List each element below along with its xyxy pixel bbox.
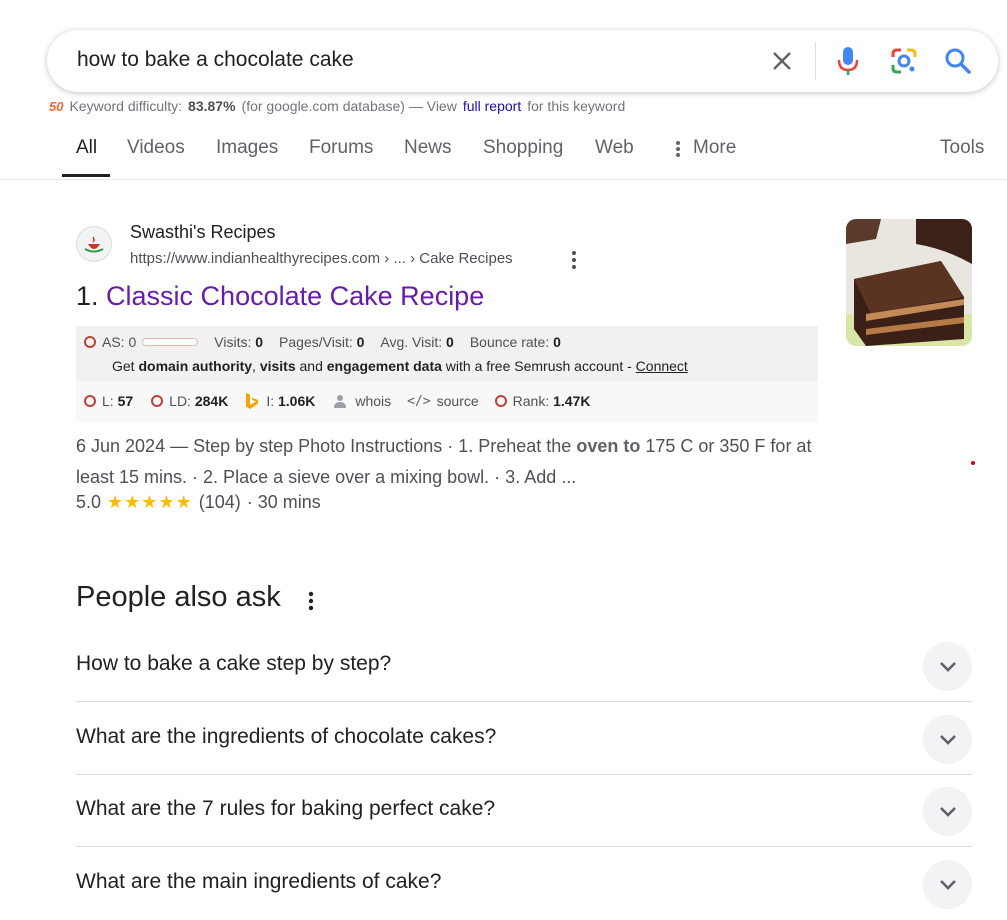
promo-bold: visits xyxy=(259,358,296,374)
more-dots-icon[interactable] xyxy=(673,139,683,164)
l-label: L: xyxy=(102,393,114,409)
whois-user-icon xyxy=(334,395,347,408)
semrush-logo: 50 xyxy=(49,98,64,114)
bing-icon xyxy=(246,393,259,409)
i-value: 1.06K xyxy=(277,393,316,409)
divider xyxy=(76,701,972,702)
indicator-dot xyxy=(971,461,975,465)
as-label: AS: xyxy=(102,334,125,350)
chevron-down-icon[interactable] xyxy=(923,787,972,836)
l-value: 57 xyxy=(117,393,134,409)
ld-icon xyxy=(151,395,164,407)
semrush-metrics-box: AS: 0 Visits: 0 Pages/Visit: 0 Avg. Visi… xyxy=(76,326,818,422)
search-tabs: All Videos Images Forums News Shopping W… xyxy=(0,133,1007,180)
chevron-down-icon[interactable] xyxy=(923,642,972,691)
tab-videos[interactable]: Videos xyxy=(127,137,185,159)
keyword-difficulty-row: 50 Keyword difficulty: 83.87% (for googl… xyxy=(49,98,625,114)
tab-shopping[interactable]: Shopping xyxy=(483,137,563,159)
search-input[interactable]: how to bake a chocolate cake xyxy=(77,48,354,72)
result-title-link[interactable]: Classic Chocolate Cake Recipe xyxy=(106,281,484,311)
site-name[interactable]: Swasthi's Recipes xyxy=(130,222,276,243)
result-thumbnail[interactable] xyxy=(846,219,972,346)
result-rating: 5.0 ★★★★★ (104) · 30 mins xyxy=(76,492,321,513)
metrics-promo: Get domain authority, visits and engagem… xyxy=(112,358,688,374)
result-options-icon[interactable] xyxy=(566,249,582,271)
visits-value: 0 xyxy=(255,334,264,350)
active-tab-indicator xyxy=(62,174,110,177)
kd-value: 83.87% xyxy=(188,98,236,114)
kd-db-note: (for google.com database) — View xyxy=(241,98,457,114)
rank-icon xyxy=(494,395,507,407)
visits-label: Visits: xyxy=(214,334,252,350)
full-report-link[interactable]: full report xyxy=(463,98,521,114)
tools-button[interactable]: Tools xyxy=(940,137,984,159)
rating-count: (104) xyxy=(198,492,241,512)
promo-bold: domain authority xyxy=(138,358,253,374)
clear-icon[interactable] xyxy=(767,46,797,76)
paa-title: People also ask xyxy=(76,581,281,613)
ld-value: 284K xyxy=(194,393,229,409)
connect-link[interactable]: Connect xyxy=(636,358,688,374)
pages-value: 0 xyxy=(356,334,365,350)
promo-text: and xyxy=(299,358,323,374)
i-label: I: xyxy=(266,393,275,409)
result-snippet: 6 Jun 2024 — Step by step Photo Instruct… xyxy=(76,431,826,493)
tab-news[interactable]: News xyxy=(404,137,452,159)
paa-question-text: What are the main ingredients of cake? xyxy=(76,870,442,893)
result-number: 1. xyxy=(76,281,99,311)
avg-visit-value: 0 xyxy=(446,334,454,350)
paa-question[interactable]: What are the ingredients of chocolate ca… xyxy=(76,703,972,775)
paa-question[interactable]: What are the main ingredients of cake? xyxy=(76,848,972,920)
l-icon xyxy=(84,395,96,407)
rating-value: 5.0 xyxy=(76,492,102,512)
tab-web[interactable]: Web xyxy=(595,137,634,159)
bounce-value: 0 xyxy=(553,334,561,350)
snippet-bold: oven to xyxy=(576,436,641,456)
promo-text: with a free Semrush account - xyxy=(445,358,632,374)
chevron-down-icon[interactable] xyxy=(923,715,972,764)
microphone-icon[interactable] xyxy=(833,46,863,76)
paa-options-icon[interactable] xyxy=(304,589,318,613)
site-favicon[interactable] xyxy=(76,226,112,262)
result-title: 1. Classic Chocolate Cake Recipe xyxy=(76,281,484,312)
source-link[interactable]: source xyxy=(437,393,479,409)
promo-bold: engagement data xyxy=(326,358,442,374)
paa-question[interactable]: How to bake a cake step by step? xyxy=(76,630,972,702)
bounce-label: Bounce rate: xyxy=(469,334,550,350)
as-value: 0 xyxy=(128,334,137,350)
google-lens-icon[interactable] xyxy=(889,46,919,76)
rating-stars: ★★★★★ xyxy=(107,492,193,512)
ld-label: LD: xyxy=(169,393,191,409)
snippet-text: 6 Jun 2024 — Step by step Photo Instruct… xyxy=(76,436,572,456)
whois-link[interactable]: whois xyxy=(355,393,391,409)
paa-question-text: What are the ingredients of chocolate ca… xyxy=(76,725,497,748)
promo-text: Get xyxy=(112,358,135,374)
promo-text: , xyxy=(252,358,256,374)
rank-label: Rank: xyxy=(512,393,550,409)
avg-visit-label: Avg. Visit: xyxy=(380,334,443,350)
pages-label: Pages/Visit: xyxy=(279,334,353,350)
as-icon xyxy=(84,336,96,348)
search-icon[interactable] xyxy=(943,46,973,76)
chevron-down-icon[interactable] xyxy=(923,860,972,909)
tab-more[interactable]: More xyxy=(693,137,736,159)
tab-forums[interactable]: Forums xyxy=(309,137,373,159)
search-divider xyxy=(815,42,816,80)
rank-value: 1.47K xyxy=(553,393,591,409)
metrics-row-1: AS: 0 Visits: 0 Pages/Visit: 0 Avg. Visi… xyxy=(84,334,561,350)
site-url[interactable]: https://www.indianhealthyrecipes.com › .… xyxy=(130,250,513,267)
as-progress-bar xyxy=(142,338,199,346)
divider xyxy=(76,846,972,847)
source-code-icon: </> xyxy=(407,393,431,409)
paa-question[interactable]: What are the 7 rules for baking perfect … xyxy=(76,775,972,847)
search-bar[interactable]: how to bake a chocolate cake xyxy=(47,30,998,92)
metrics-row-2: L: 57 LD: 284K I: 1.06K whois </> source… xyxy=(84,392,590,410)
paa-question-text: What are the 7 rules for baking perfect … xyxy=(76,797,496,820)
kd-label: Keyword difficulty: xyxy=(69,98,183,114)
kd-tail: for this keyword xyxy=(527,98,626,114)
paa-question-text: How to bake a cake step by step? xyxy=(76,652,392,675)
tab-images[interactable]: Images xyxy=(216,137,278,159)
recipe-duration: · 30 mins xyxy=(246,492,321,512)
tab-all[interactable]: All xyxy=(76,137,97,159)
